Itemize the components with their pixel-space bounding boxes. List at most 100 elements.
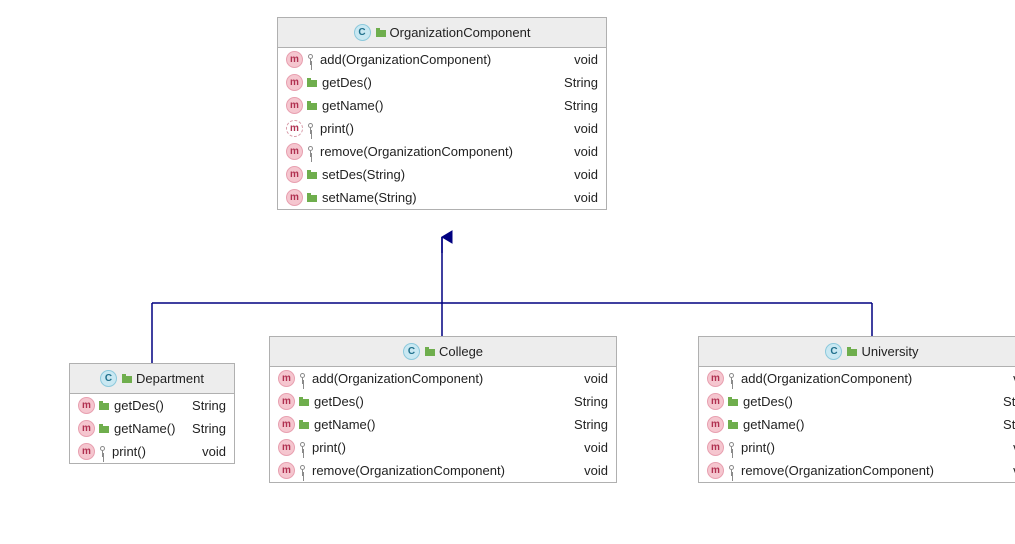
key-visibility-icon [307, 54, 315, 66]
method-return-type: void [357, 121, 598, 136]
method-icon: m [78, 443, 95, 460]
method-icon: m [286, 51, 303, 68]
key-visibility-icon [728, 442, 736, 454]
class-name: University [861, 344, 918, 359]
method-row: m print()void [278, 117, 606, 140]
class-name: College [439, 344, 483, 359]
method-icon: m [286, 97, 303, 114]
method-return-type: void [494, 52, 598, 67]
method-icon: m [78, 397, 95, 414]
class-icon: C [825, 343, 842, 360]
method-return-type: void [149, 444, 226, 459]
method-row: mremove(OrganizationComponent)void [699, 459, 1015, 482]
method-return-type: void [420, 190, 598, 205]
method-icon: m [286, 189, 303, 206]
method-return-type: String [807, 417, 1015, 432]
method-name: print() [739, 440, 775, 455]
method-icon: m [278, 393, 295, 410]
class-header: C College [270, 337, 616, 367]
package-visibility-icon [99, 401, 109, 410]
class-department: C Department mgetDes()StringmgetName()St… [69, 363, 235, 464]
method-icon: m [707, 439, 724, 456]
package-visibility-icon [307, 101, 317, 110]
method-list: madd(OrganizationComponent)voidmgetDes()… [699, 367, 1015, 482]
package-icon [122, 374, 132, 383]
method-row: m getDes()String [270, 390, 616, 413]
package-icon [847, 347, 857, 356]
method-name: getName() [741, 417, 804, 432]
key-visibility-icon [307, 123, 315, 135]
method-return-type: String [367, 394, 608, 409]
method-return-type: void [508, 463, 608, 478]
method-return-type: String [386, 98, 598, 113]
method-name: print() [318, 121, 354, 136]
class-header: C Department [70, 364, 234, 394]
method-row: msetName(String)void [278, 186, 606, 209]
class-university: C University m add(OrganizationComponent)… [698, 336, 1015, 483]
method-row: mgetDes()String [699, 390, 1015, 413]
abstract-method-icon: m [286, 120, 303, 137]
method-return-type: void [937, 463, 1015, 478]
method-return-type: void [915, 371, 1015, 386]
method-name: getName() [312, 417, 375, 432]
method-icon: m [707, 393, 724, 410]
method-icon: m [278, 416, 295, 433]
package-visibility-icon [728, 420, 738, 429]
class-name: Department [136, 371, 204, 386]
class-header: C University [699, 337, 1015, 367]
method-row: m getName()String [699, 413, 1015, 436]
class-icon: C [354, 24, 371, 41]
class-icon: C [100, 370, 117, 387]
class-header: C OrganizationComponent [278, 18, 606, 48]
key-visibility-icon [299, 465, 307, 477]
class-name: OrganizationComponent [390, 25, 531, 40]
method-return-type: void [486, 371, 608, 386]
key-visibility-icon [299, 373, 307, 385]
method-return-type: void [349, 440, 608, 455]
method-return-type: String [378, 417, 608, 432]
method-return-type: void [778, 440, 1015, 455]
method-row: mremove(OrganizationComponent)void [270, 459, 616, 482]
method-icon: m [286, 166, 303, 183]
method-name: add(OrganizationComponent) [318, 52, 491, 67]
package-visibility-icon [307, 170, 317, 179]
method-row: mgetName()String [70, 417, 234, 440]
method-row: msetDes(String)void [278, 163, 606, 186]
package-visibility-icon [728, 397, 738, 406]
method-icon: m [707, 370, 724, 387]
method-name: print() [310, 440, 346, 455]
key-visibility-icon [99, 446, 107, 458]
method-icon: m [286, 74, 303, 91]
method-list: madd(OrganizationComponent)voidmgetDes()… [278, 48, 606, 209]
key-visibility-icon [299, 442, 307, 454]
method-row: m print()void [699, 436, 1015, 459]
class-icon: C [403, 343, 420, 360]
method-row: m add(OrganizationComponent)void [270, 367, 616, 390]
package-visibility-icon [307, 78, 317, 87]
package-icon [425, 347, 435, 356]
method-row: m add(OrganizationComponent)void [699, 367, 1015, 390]
method-list: madd(OrganizationComponent)voidmgetDes()… [270, 367, 616, 482]
method-row: m print()void [270, 436, 616, 459]
method-row: m print()void [70, 440, 234, 463]
method-icon: m [707, 462, 724, 479]
method-icon: m [286, 143, 303, 160]
method-icon: m [78, 420, 95, 437]
method-icon: m [278, 439, 295, 456]
method-name: getDes() [312, 394, 364, 409]
method-icon: m [278, 370, 295, 387]
method-row: mgetDes()String [278, 71, 606, 94]
method-row: mgetDes()String [70, 394, 234, 417]
method-name: remove(OrganizationComponent) [318, 144, 513, 159]
method-return-type: String [178, 421, 226, 436]
method-name: print() [110, 444, 146, 459]
class-college: C College madd(OrganizationComponent)voi… [269, 336, 617, 483]
package-visibility-icon [307, 193, 317, 202]
key-visibility-icon [728, 465, 736, 477]
method-return-type: String [167, 398, 226, 413]
method-icon: m [707, 416, 724, 433]
method-name: add(OrganizationComponent) [310, 371, 483, 386]
method-name: add(OrganizationComponent) [739, 371, 912, 386]
method-name: getDes() [320, 75, 372, 90]
key-visibility-icon [728, 373, 736, 385]
